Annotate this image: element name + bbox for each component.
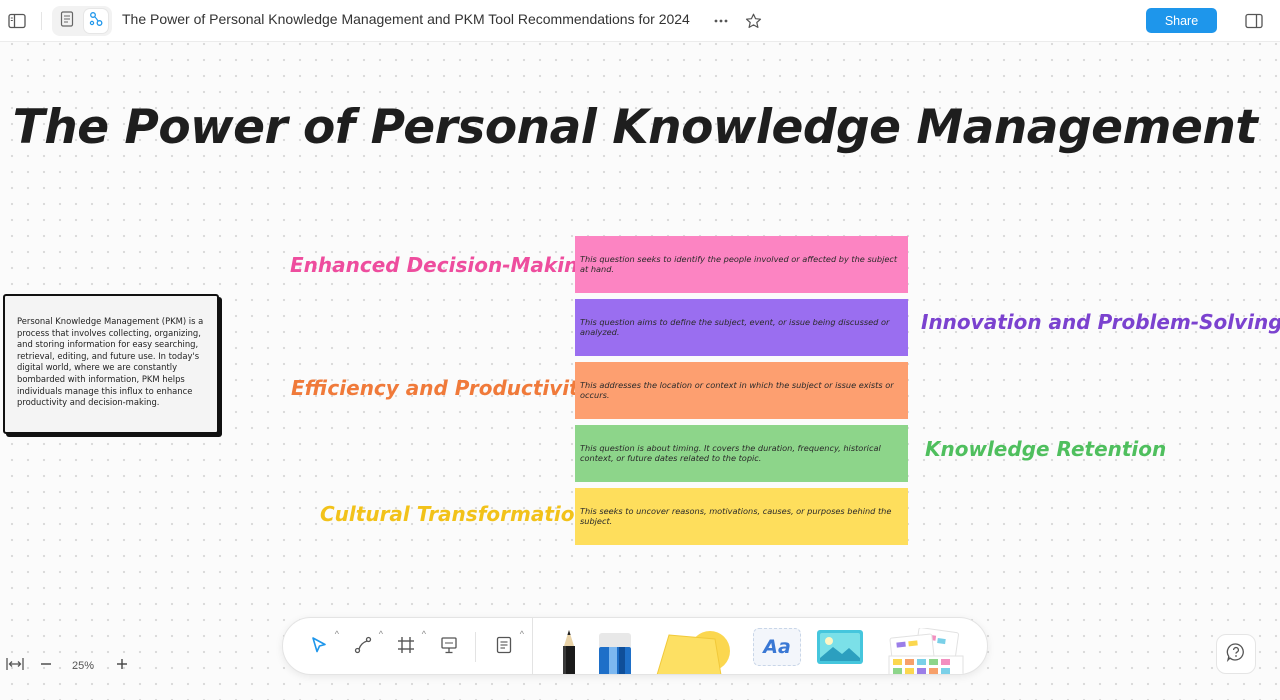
select-icon xyxy=(309,635,329,660)
text-tool[interactable]: Aa xyxy=(753,628,801,666)
connector-icon xyxy=(353,635,373,660)
image-tool[interactable] xyxy=(815,628,865,668)
caret-icon: ^ xyxy=(519,629,524,639)
top-bar: The Power of Personal Knowledge Manageme… xyxy=(0,0,1280,42)
help-icon xyxy=(1226,642,1246,667)
pen-tool[interactable] xyxy=(559,628,579,674)
more-icon[interactable] xyxy=(709,9,733,33)
presentation-tool[interactable] xyxy=(437,635,461,659)
sticky-note-what[interactable]: This question aims to define the subject… xyxy=(575,299,908,356)
sticky-note-where[interactable]: This addresses the location or context i… xyxy=(575,362,908,419)
bottom-toolbar: ^ ^ ^ ^ Aa xyxy=(282,617,988,675)
whiteboard-mode-button[interactable] xyxy=(84,9,108,33)
caret-icon: ^ xyxy=(421,629,426,639)
sidebar-toggle-icon[interactable] xyxy=(5,9,29,33)
frame-tool[interactable]: ^ xyxy=(394,629,426,660)
caret-icon: ^ xyxy=(378,629,383,639)
zoom-level[interactable]: 25% xyxy=(72,660,94,672)
toolbar-divider xyxy=(532,618,533,674)
note-tool[interactable]: ^ xyxy=(492,629,524,660)
share-button[interactable]: Share xyxy=(1146,8,1217,33)
note-icon xyxy=(495,635,513,660)
label-efficiency-productivity[interactable]: Efficiency and Productivity xyxy=(291,376,592,400)
info-card[interactable]: Personal Knowledge Management (PKM) is a… xyxy=(3,294,219,434)
label-knowledge-retention[interactable]: Knowledge Retention xyxy=(925,437,1166,461)
divider xyxy=(41,12,42,30)
template-icon xyxy=(887,627,965,674)
help-button[interactable] xyxy=(1216,634,1256,674)
label-innovation-problem-solving[interactable]: Innovation and Problem-Solving xyxy=(921,310,1280,334)
toolbar-divider xyxy=(475,632,476,662)
panel-right-icon[interactable] xyxy=(1242,9,1266,33)
whiteboard-mode-icon xyxy=(88,11,104,32)
zoom-out-button[interactable] xyxy=(40,656,52,676)
frame-icon xyxy=(396,635,416,660)
document-title[interactable]: The Power of Personal Knowledge Manageme… xyxy=(122,11,690,27)
fit-to-screen-button[interactable] xyxy=(6,656,24,676)
image-icon xyxy=(815,630,865,672)
sticky-note-text: This addresses the location or context i… xyxy=(580,380,894,400)
sticky-note-text: This question aims to define the subject… xyxy=(580,317,890,337)
shape-icon xyxy=(655,631,735,674)
sticky-note-text: This question is about timing. It covers… xyxy=(580,443,881,463)
document-mode-icon xyxy=(60,10,74,32)
label-enhanced-decision-making[interactable]: Enhanced Decision-Making xyxy=(290,253,593,277)
template-tool[interactable] xyxy=(887,627,965,674)
select-tool[interactable]: ^ xyxy=(307,629,339,660)
marker-icon xyxy=(597,633,633,674)
document-mode-button[interactable] xyxy=(55,9,79,33)
mode-switch xyxy=(52,6,112,36)
minus-icon xyxy=(40,657,52,675)
sticky-note-who[interactable]: This question seeks to identify the peop… xyxy=(575,236,908,293)
marker-tool[interactable] xyxy=(597,632,633,674)
main-title[interactable]: The Power of Personal Knowledge Manageme… xyxy=(0,100,1270,155)
label-cultural-transformation[interactable]: Cultural Transformation xyxy=(320,502,589,526)
sticky-note-when[interactable]: This question is about timing. It covers… xyxy=(575,425,908,482)
sticky-note-why[interactable]: This seeks to uncover reasons, motivatio… xyxy=(575,488,908,545)
caret-icon: ^ xyxy=(334,629,339,639)
plus-icon xyxy=(116,657,128,675)
star-icon[interactable] xyxy=(741,9,765,33)
fit-width-icon xyxy=(6,657,24,676)
pen-icon xyxy=(559,630,579,674)
connector-tool[interactable]: ^ xyxy=(351,629,383,660)
presentation-icon xyxy=(439,635,459,660)
sticky-note-text: This question seeks to identify the peop… xyxy=(580,254,898,274)
shape-tool[interactable] xyxy=(655,631,735,674)
text-icon: Aa xyxy=(763,636,791,658)
zoom-in-button[interactable] xyxy=(116,656,128,676)
sticky-note-text: This seeks to uncover reasons, motivatio… xyxy=(580,506,892,526)
